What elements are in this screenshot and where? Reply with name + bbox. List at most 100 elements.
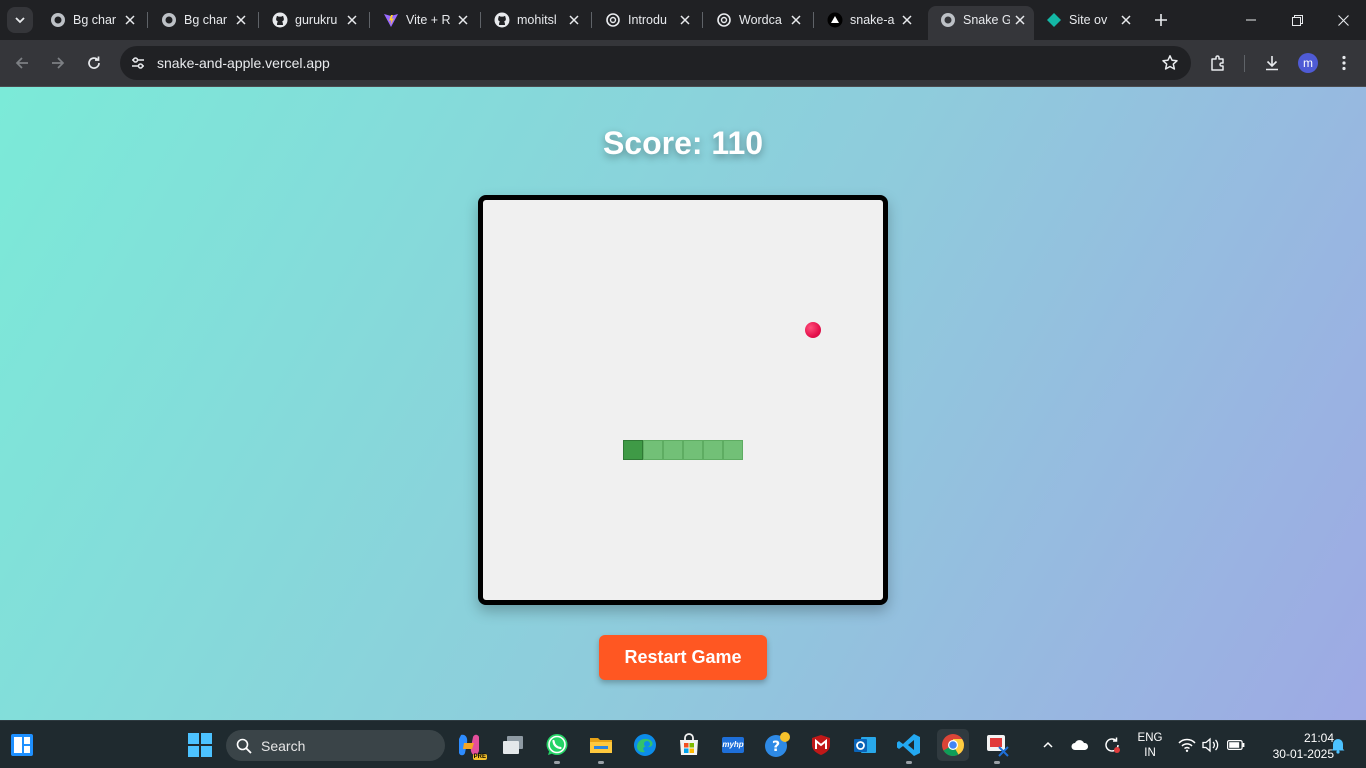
bell-icon (1331, 739, 1345, 754)
close-icon[interactable] (899, 12, 915, 28)
tab-active[interactable]: Snake G (928, 6, 1034, 40)
menu-button[interactable] (1332, 51, 1356, 75)
tab[interactable]: Bg char (149, 6, 255, 34)
tab[interactable]: snake-a (815, 6, 921, 34)
onedrive-button[interactable] (1068, 729, 1092, 761)
tab-title: Vite + R (406, 13, 451, 27)
profile-avatar[interactable]: m (1298, 53, 1318, 73)
widgets-icon (11, 734, 33, 756)
show-hidden-icons-button[interactable] (1038, 729, 1058, 761)
system-clock[interactable]: 21:04 30-01-2025 (1256, 730, 1334, 762)
address-bar[interactable]: snake-and-apple.vercel.app (120, 46, 1191, 80)
chrome-icon (942, 734, 964, 756)
restart-game-button[interactable]: Restart Game (599, 635, 767, 680)
tab[interactable]: Introdu (593, 6, 699, 34)
downloads-button[interactable] (1260, 51, 1284, 75)
close-icon[interactable] (677, 12, 693, 28)
tab[interactable]: Wordca (704, 6, 810, 34)
myhp-button[interactable]: myhp (717, 729, 749, 761)
openai-icon (716, 12, 732, 28)
tab[interactable]: Bg char (38, 6, 144, 34)
file-explorer-button[interactable] (585, 729, 617, 764)
download-icon (1266, 56, 1278, 71)
tab-strip: Bg char Bg char gurukru Vite + R mohitsl… (0, 0, 1366, 40)
restore-icon (1291, 14, 1303, 26)
input-language-indicator[interactable]: ENG IN (1136, 731, 1164, 761)
snipping-tool-icon (987, 735, 1009, 757)
snake-segment (683, 440, 703, 460)
edge-button[interactable] (629, 729, 661, 761)
snake-segment (703, 440, 723, 460)
close-icon[interactable] (788, 12, 804, 28)
tab[interactable]: Vite + R (371, 6, 477, 34)
myhp-label: myhp (722, 740, 744, 749)
outlook-icon (854, 737, 876, 753)
vercel-icon (827, 12, 843, 28)
tab-title: Wordca (739, 13, 782, 27)
new-tab-button[interactable] (1150, 9, 1172, 31)
close-icon[interactable] (233, 12, 249, 28)
tab-separator (369, 12, 370, 28)
chrome-button[interactable] (937, 729, 969, 761)
outlook-button[interactable] (849, 729, 881, 761)
vscode-icon (897, 734, 920, 756)
apple (805, 322, 821, 338)
close-icon[interactable] (344, 12, 360, 28)
windows-logo-icon (188, 733, 212, 757)
volume-status[interactable] (1200, 729, 1222, 761)
tab[interactable]: Site ov (1034, 6, 1140, 34)
task-view-button[interactable] (497, 729, 529, 761)
reload-button[interactable] (81, 50, 107, 76)
tab-title: gurukru (295, 13, 338, 27)
tab[interactable]: gurukru (260, 6, 366, 34)
globe-icon (161, 12, 177, 28)
widgets-button[interactable] (6, 729, 38, 761)
tab-separator (480, 12, 481, 28)
whatsapp-button[interactable] (541, 729, 573, 764)
toolbar-separator (1244, 55, 1245, 72)
bookmark-star-icon[interactable] (1161, 54, 1179, 72)
close-icon[interactable] (1012, 12, 1028, 28)
close-icon[interactable] (1118, 12, 1134, 28)
extensions-button[interactable] (1206, 51, 1230, 75)
close-icon[interactable] (122, 12, 138, 28)
tab[interactable]: mohitsl (482, 6, 588, 34)
wifi-icon (1178, 738, 1196, 752)
tab-separator (813, 12, 814, 28)
plus-icon (1155, 14, 1167, 26)
get-help-button[interactable]: ? (761, 729, 793, 761)
battery-icon (1227, 740, 1245, 750)
minimize-button[interactable] (1228, 0, 1274, 40)
battery-status[interactable] (1224, 729, 1248, 761)
forward-button[interactable] (45, 50, 71, 76)
close-icon[interactable] (455, 12, 471, 28)
site-info-button[interactable] (125, 50, 151, 76)
tab-search-button[interactable] (7, 7, 33, 33)
game-board[interactable] (478, 195, 888, 605)
whatsapp-icon (546, 734, 568, 755)
vscode-button[interactable] (893, 729, 925, 764)
copilot-button[interactable]: PRE (453, 729, 487, 761)
taskbar-search[interactable]: Search (226, 730, 445, 761)
microsoft-store-button[interactable] (673, 729, 705, 761)
notifications-button[interactable] (1328, 729, 1348, 761)
search-icon (236, 738, 252, 754)
puzzle-icon (1211, 55, 1224, 71)
tab-title: snake-a (850, 13, 895, 27)
restore-button[interactable] (1274, 0, 1320, 40)
browser-toolbar: snake-and-apple.vercel.app m (0, 40, 1366, 87)
mcafee-button[interactable] (805, 729, 837, 761)
start-button[interactable] (184, 729, 216, 761)
cloud-icon (1071, 740, 1089, 750)
tab-title: Introdu (628, 13, 667, 27)
close-icon[interactable] (566, 12, 582, 28)
sync-button[interactable] (1100, 729, 1124, 761)
url-text: snake-and-apple.vercel.app (157, 55, 330, 71)
snipping-tool-button[interactable] (981, 729, 1013, 764)
back-button[interactable] (9, 50, 35, 76)
close-window-button[interactable] (1320, 0, 1366, 40)
tune-icon (132, 57, 144, 69)
arrow-right-icon (52, 57, 65, 69)
wifi-status[interactable] (1176, 729, 1198, 761)
clock-date: 30-01-2025 (1272, 747, 1334, 761)
